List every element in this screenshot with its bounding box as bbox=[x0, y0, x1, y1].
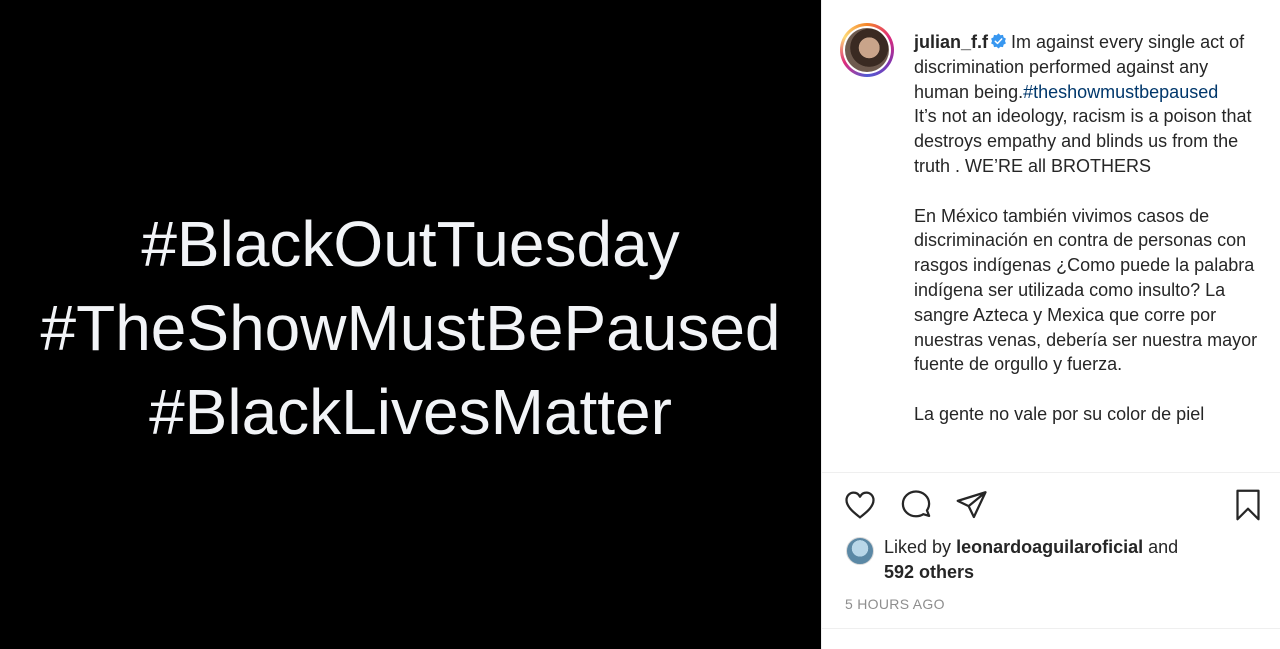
comment-icon[interactable] bbox=[898, 487, 934, 523]
liked-by-and: and bbox=[1148, 537, 1179, 557]
bookmark-icon[interactable] bbox=[1230, 487, 1266, 523]
caption-area[interactable]: julian_f.f Im against every single act o… bbox=[822, 0, 1280, 472]
image-hashtag-line: #BlackOutTuesday bbox=[141, 207, 680, 280]
caption-hashtag-link[interactable]: #theshowmustbepaused bbox=[1023, 82, 1218, 102]
heart-icon[interactable] bbox=[842, 487, 878, 523]
share-icon[interactable] bbox=[954, 487, 990, 523]
post-timestamp[interactable]: 5 HOURS AGO bbox=[845, 596, 945, 612]
verified-badge-icon bbox=[991, 33, 1006, 49]
actions-section: Liked by leonardoaguilaroficial and 592 … bbox=[822, 473, 1280, 649]
liked-by-prefix: Liked by bbox=[884, 537, 952, 557]
author-username[interactable]: julian_f.f bbox=[914, 32, 988, 52]
caption-text-4: La gente no vale por su color de piel bbox=[914, 403, 1205, 424]
avatar-ring-gap bbox=[843, 26, 891, 74]
liker-username[interactable]: leonardoaguilaroficial bbox=[956, 537, 1143, 557]
avatar-image bbox=[845, 28, 889, 72]
caption-text-2: It’s not an ideology, racism is a poison… bbox=[914, 106, 1252, 176]
author-avatar[interactable] bbox=[840, 23, 894, 77]
image-hashtag-line: #BlackLivesMatter bbox=[149, 375, 672, 448]
caption-text-3: En México también vivimos casos de discr… bbox=[914, 205, 1258, 375]
likes-others-link[interactable]: 592 others bbox=[884, 562, 974, 582]
post-image-text: #BlackOutTuesday #TheShowMustBePaused #B… bbox=[41, 202, 781, 454]
post-sidebar: julian_f.f Im against every single act o… bbox=[821, 0, 1280, 649]
post-image[interactable]: #BlackOutTuesday #TheShowMustBePaused #B… bbox=[0, 0, 821, 649]
caption: julian_f.f Im against every single act o… bbox=[914, 30, 1259, 427]
liker-avatar[interactable] bbox=[846, 537, 874, 565]
liked-by-text: Liked by leonardoaguilaroficial and 592 … bbox=[884, 535, 1224, 585]
image-hashtag-line: #TheShowMustBePaused bbox=[40, 291, 781, 364]
section-divider bbox=[822, 628, 1280, 629]
